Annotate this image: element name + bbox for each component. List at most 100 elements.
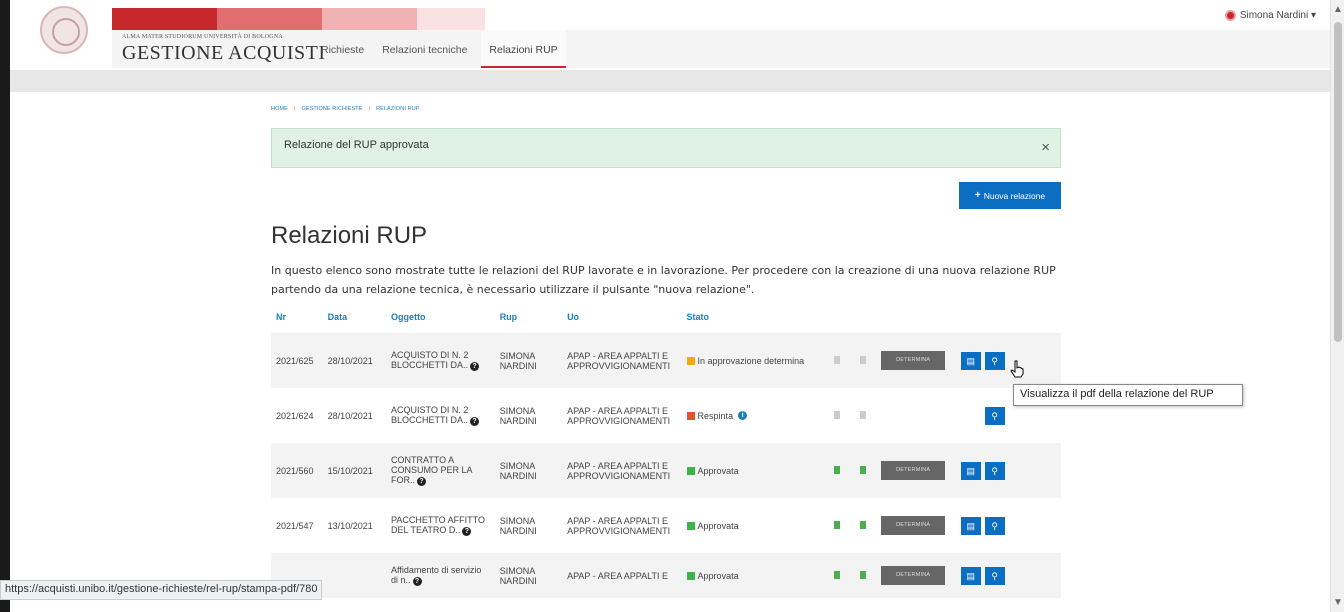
search-icon[interactable]: ⚲ [984,351,1005,370]
cell-uo: APAP - AREA APPALTI E APPROVVIGIONAMENTI [567,405,671,426]
question-icon[interactable]: ? [462,527,472,536]
breadcrumb-gestione-richieste[interactable]: GESTIONE RICHIESTE [301,106,362,112]
cell-uo: APAP - AREA APPALTI E APPROVVIGIONAMENTI [562,443,682,498]
scrollbar-thumb[interactable] [1334,22,1342,342]
status-square [686,521,695,530]
table-row: 2021/560 15/10/2021 CONTRATTO A CONSUMO … [271,443,1061,498]
table-row: 2021/625 28/10/2021 ACQUISTO DI N. 2 BLO… [271,333,1061,388]
determina-button[interactable]: DETERMINA [881,351,946,370]
breadcrumb-home[interactable]: HOME [271,106,288,112]
oggetto-text: CONTRATTO A CONSUMO PER LA FOR.. [391,455,473,485]
pdf-icon[interactable]: ▤ [960,461,981,480]
relazioni-table: Nr Data Oggetto Rup Uo Stato 2021/625 28… [271,306,1061,598]
cell-rup: SIMONA NARDINI [499,405,537,426]
scroll-up-icon[interactable]: ▲ [1333,4,1343,15]
cell-rup: SIMONA NARDINI [494,443,563,498]
file-icon[interactable] [860,570,867,579]
doc-icon [834,410,841,419]
scroll-down-icon[interactable]: ▼ [1333,597,1343,608]
status-text: Approvata [697,465,739,476]
cell-oggetto: Affidamento di servizio di n..? [386,553,495,598]
nav-richieste[interactable]: Richieste [313,30,372,68]
cell-nr: 2021/560 [271,443,323,498]
table-row: 2021/547 13/10/2021 PACCHETTO AFFITTO DE… [271,498,1061,553]
cell-stato: Approvata [681,553,825,598]
info-icon[interactable]: i [738,411,748,420]
cell-oggetto: ACQUISTO DI N. 2 BLOCCHETTI DA..? [386,388,495,443]
status-text: Respinta [697,410,734,421]
oggetto-text: ACQUISTO DI N. 2 BLOCCHETTI DA.. [391,350,469,370]
user-name: Simona Nardini ▾ [1239,10,1316,21]
status-square [686,356,695,365]
main-nav: Richieste Relazioni tecniche Relazioni R… [313,30,566,68]
top-header: ALMA MATER STUDIORUM UNIVERSITÀ DI BOLOG… [10,0,1330,70]
vertical-scrollbar[interactable]: ▲ ▼ [1330,0,1344,612]
pdf-tooltip: Visualizza il pdf della relazione del RU… [1013,384,1243,406]
col-rup[interactable]: Rup [495,306,562,333]
cell-rup: SIMONA NARDINI [499,515,537,536]
close-icon[interactable]: × [1041,139,1050,156]
subheader-bar [10,70,1330,92]
new-relazione-label: Nuova relazione [983,190,1046,201]
table-header-row: Nr Data Oggetto Rup Uo Stato [271,306,1061,333]
cell-stato: In approvazione determina [681,333,825,388]
doc-icon[interactable] [834,465,841,474]
col-nr[interactable]: Nr [271,306,323,333]
pdf-icon[interactable]: ▤ [960,516,981,535]
nav-relazioni-rup[interactable]: Relazioni RUP [481,30,566,68]
cell-nr: 2021/625 [271,333,323,388]
new-relazione-button[interactable]: + Nuova relazione [959,182,1061,209]
cell-determina-empty [876,388,956,443]
cell-stato: Respinta i [682,388,825,443]
brand-band [112,8,217,30]
cell-data: 28/10/2021 [322,333,386,388]
cell-nr: 2021/624 [276,410,314,421]
cell-stato: Approvata [681,443,825,498]
app-title[interactable]: GESTIONE ACQUISTI [122,42,326,65]
status-text: Approvata [697,570,739,581]
determina-button[interactable]: DETERMINA [881,461,946,480]
col-stato[interactable]: Stato [682,306,825,333]
file-icon[interactable] [860,520,867,529]
cell-data: 15/10/2021 [322,443,386,498]
status-square [686,571,695,580]
determina-button[interactable]: DETERMINA [881,566,946,585]
file-icon [860,355,867,364]
search-icon[interactable]: ⚲ [984,461,1005,480]
cell-data: 28/10/2021 [327,410,373,421]
search-icon[interactable]: ⚲ [984,406,1005,425]
col-oggetto[interactable]: Oggetto [386,306,495,333]
pdf-icon[interactable]: ▤ [960,566,981,585]
question-icon[interactable]: ? [470,362,480,371]
cell-rup: SIMONA NARDINI [494,333,563,388]
pdf-icon[interactable]: ▤ [960,351,981,370]
search-icon[interactable]: ⚲ [984,516,1005,535]
question-icon[interactable]: ? [412,577,422,586]
hand-cursor-icon [1010,360,1024,378]
doc-icon[interactable] [834,570,841,579]
status-text: Approvata [697,520,739,531]
brand-band [417,8,485,30]
alert-message: Relazione del RUP approvata [284,139,429,151]
doc-icon [834,355,841,364]
cell-uo: APAP - AREA APPALTI E [562,553,682,598]
success-alert: Relazione del RUP approvata × [271,128,1061,168]
cell-stato: Approvata [682,498,825,553]
search-icon[interactable]: ⚲ [984,566,1005,585]
user-menu[interactable]: Simona Nardini ▾ [1224,10,1316,21]
col-uo[interactable]: Uo [562,306,681,333]
page-title: Relazioni RUP [271,222,428,249]
brand-band [322,8,417,30]
question-icon[interactable]: ? [470,417,480,426]
breadcrumb-relazioni-rup[interactable]: RELAZIONI RUP [376,106,419,112]
cell-uo: APAP - AREA APPALTI E APPROVVIGIONAMENTI [562,333,682,388]
university-name: ALMA MATER STUDIORUM UNIVERSITÀ DI BOLOG… [122,34,283,40]
doc-icon[interactable] [834,520,841,529]
breadcrumb: HOME | GESTIONE RICHIESTE | RELAZIONI RUP [271,106,420,112]
file-icon[interactable] [860,465,867,474]
cell-oggetto: ACQUISTO DI N. 2 BLOCCHETTI DA..? [386,333,495,388]
question-icon[interactable]: ? [417,477,426,486]
determina-button[interactable]: DETERMINA [881,516,946,535]
nav-relazioni-tecniche[interactable]: Relazioni tecniche [372,30,475,68]
col-data[interactable]: Data [323,306,386,333]
